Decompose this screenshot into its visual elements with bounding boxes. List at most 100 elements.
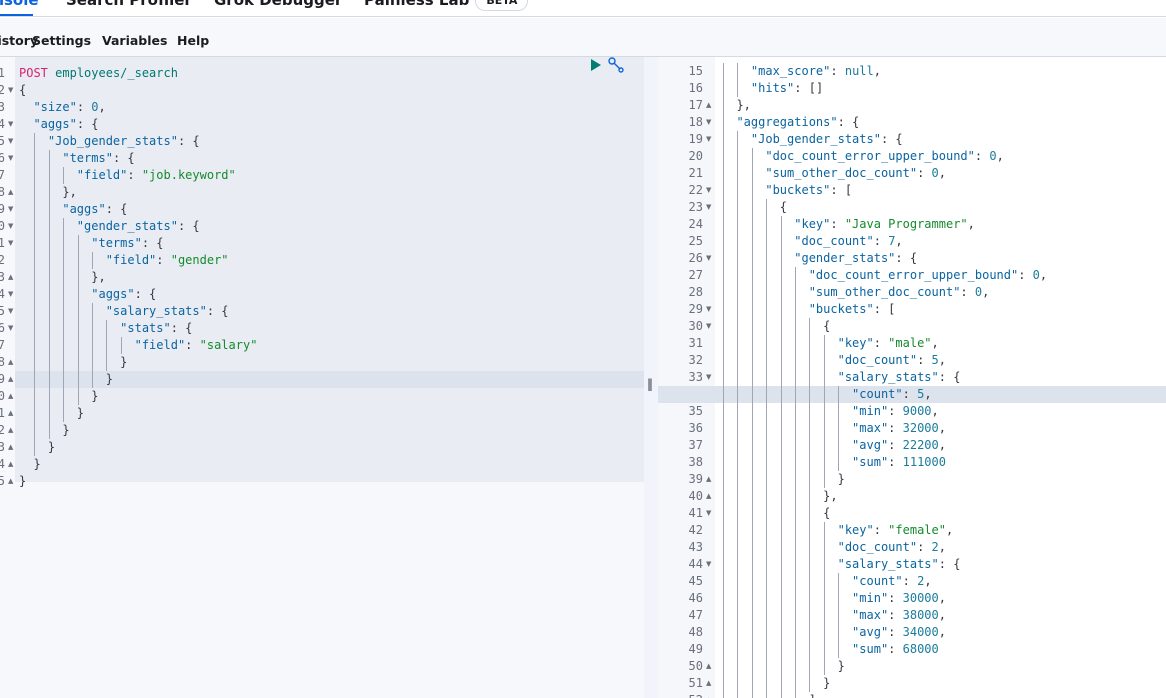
fold-close-icon[interactable]: ▲ xyxy=(8,388,13,405)
line-number: 19 xyxy=(0,372,5,386)
line-number: 39 xyxy=(688,472,703,486)
fold-open-icon[interactable]: ▼ xyxy=(8,218,13,235)
fold-close-icon[interactable]: ▲ xyxy=(8,405,13,422)
fold-close-icon[interactable]: ▲ xyxy=(706,658,711,675)
line-number: 17 xyxy=(688,98,703,112)
fold-open-icon[interactable]: ▼ xyxy=(8,116,13,133)
fold-open-icon[interactable]: ▼ xyxy=(706,114,711,131)
code-line: "count": 5, xyxy=(852,387,932,401)
code-line: "field": "gender" xyxy=(105,253,229,267)
fold-open-icon[interactable]: ▼ xyxy=(706,131,711,148)
code-line: "aggregations": { xyxy=(736,115,860,129)
wrench-icon[interactable] xyxy=(607,57,625,74)
fold-open-icon[interactable]: ▼ xyxy=(706,318,711,335)
code-line: }, xyxy=(722,489,838,503)
fold-close-icon[interactable]: ▲ xyxy=(8,473,13,490)
line-number: 20 xyxy=(688,149,703,163)
fold-close-icon[interactable]: ▲ xyxy=(8,354,13,371)
line-number: 24 xyxy=(688,217,703,231)
code-line: "salary_stats": { xyxy=(837,557,961,571)
code-line: "key": "female", xyxy=(837,523,954,537)
code-line: }, xyxy=(722,98,751,112)
fold-open-icon[interactable]: ▼ xyxy=(706,369,711,386)
menu-variables[interactable]: Variables xyxy=(102,33,167,48)
request-editor[interactable]: POST employees/_search { "size": 0, "aggs… xyxy=(0,57,644,698)
play-icon[interactable] xyxy=(590,58,602,72)
fold-close-icon[interactable]: ▲ xyxy=(706,675,711,692)
line-number: 1 xyxy=(0,66,5,80)
fold-open-icon[interactable]: ▼ xyxy=(8,201,13,218)
pane-resizer[interactable]: ‖ xyxy=(644,57,658,698)
line-number: 27 xyxy=(688,268,703,282)
code-line: "avg": 22200, xyxy=(852,438,946,452)
fold-close-icon[interactable]: ▲ xyxy=(8,371,13,388)
code-line: "key": "male", xyxy=(837,336,939,350)
line-number: 26 xyxy=(688,251,703,265)
line-number: 25 xyxy=(688,234,703,248)
fold-open-icon[interactable]: ▼ xyxy=(706,301,711,318)
code-line: "sum": 111000 xyxy=(852,455,946,469)
fold-close-icon[interactable]: ▲ xyxy=(706,488,711,505)
code-line: } xyxy=(19,440,56,454)
code-line: "size": 0, xyxy=(33,100,106,114)
tab-search-profiler[interactable]: Search Profiler xyxy=(66,0,192,9)
response-gutter: 15 16 17 ▲ 18 ▼ 19 ▼ 20 21 22 ▼ 23 ▼ 24 25 26 ▼ 27 28 29 ▼ 30 ▼… xyxy=(658,57,715,698)
fold-open-icon[interactable]: ▼ xyxy=(706,250,711,267)
fold-open-icon[interactable]: ▼ xyxy=(8,286,13,303)
tab-grok-debugger[interactable]: Grok Debugger xyxy=(214,0,342,9)
line-number: 48 xyxy=(688,625,703,639)
code-line: "avg": 34000, xyxy=(852,625,946,639)
line-number: 50 xyxy=(688,659,703,673)
line-number: 31 xyxy=(688,336,703,350)
code-line: "doc_count": 7, xyxy=(794,234,903,248)
fold-open-icon[interactable]: ▼ xyxy=(706,182,711,199)
line-number: 32 xyxy=(688,353,703,367)
fold-open-icon[interactable]: ▼ xyxy=(8,82,13,99)
fold-close-icon[interactable]: ▲ xyxy=(706,97,711,114)
line-number: 33 xyxy=(688,370,703,384)
line-number: 8 xyxy=(0,185,5,199)
line-number: 19 xyxy=(688,132,703,146)
code-line: { xyxy=(19,83,27,97)
line-number: 11 xyxy=(0,236,5,250)
code-line: "Job_gender_stats": { xyxy=(750,132,903,146)
code-line: "max": 38000, xyxy=(852,608,946,622)
line-number: 4 xyxy=(0,117,5,131)
line-number: 22 xyxy=(688,183,703,197)
line-number: 25 xyxy=(0,474,5,488)
fold-open-icon[interactable]: ▼ xyxy=(8,320,13,337)
line-number: 29 xyxy=(688,302,703,316)
fold-close-icon[interactable]: ▲ xyxy=(706,471,711,488)
line-number: 15 xyxy=(688,64,703,78)
line-number: 5 xyxy=(0,134,5,148)
fold-close-icon[interactable]: ▲ xyxy=(8,456,13,473)
fold-open-icon[interactable]: ▼ xyxy=(8,150,13,167)
tab-console[interactable]: Console xyxy=(0,0,39,9)
menu-help[interactable]: Help xyxy=(177,33,209,48)
resize-handle-icon[interactable]: ‖ xyxy=(647,377,653,391)
line-number: 18 xyxy=(0,355,5,369)
tab-painless-lab[interactable]: Painless Lab BETA xyxy=(364,0,529,11)
code-line: "key": "Java Programmer", xyxy=(794,217,975,231)
fold-close-icon[interactable]: ▲ xyxy=(8,422,13,439)
fold-open-icon[interactable]: ▼ xyxy=(8,235,13,252)
fold-close-icon[interactable]: ▲ xyxy=(8,439,13,456)
line-number: 47 xyxy=(688,608,703,622)
line-number: 45 xyxy=(688,574,703,588)
line-number: 18 xyxy=(688,115,703,129)
fold-open-icon[interactable]: ▼ xyxy=(8,303,13,320)
fold-close-icon[interactable]: ▲ xyxy=(706,692,711,698)
line-number: 28 xyxy=(688,285,703,299)
fold-close-icon[interactable]: ▲ xyxy=(8,184,13,201)
line-number: 17 xyxy=(0,338,5,352)
line-number: 44 xyxy=(688,557,703,571)
fold-open-icon[interactable]: ▼ xyxy=(706,199,711,216)
active-tab-indicator xyxy=(0,14,33,16)
fold-close-icon[interactable]: ▲ xyxy=(8,269,13,286)
fold-open-icon[interactable]: ▼ xyxy=(8,133,13,150)
line-number: 12 xyxy=(0,253,5,267)
code-line: } xyxy=(19,372,113,386)
fold-open-icon[interactable]: ▼ xyxy=(706,505,711,522)
fold-open-icon[interactable]: ▼ xyxy=(706,556,711,573)
menu-settings[interactable]: Settings xyxy=(32,33,91,48)
